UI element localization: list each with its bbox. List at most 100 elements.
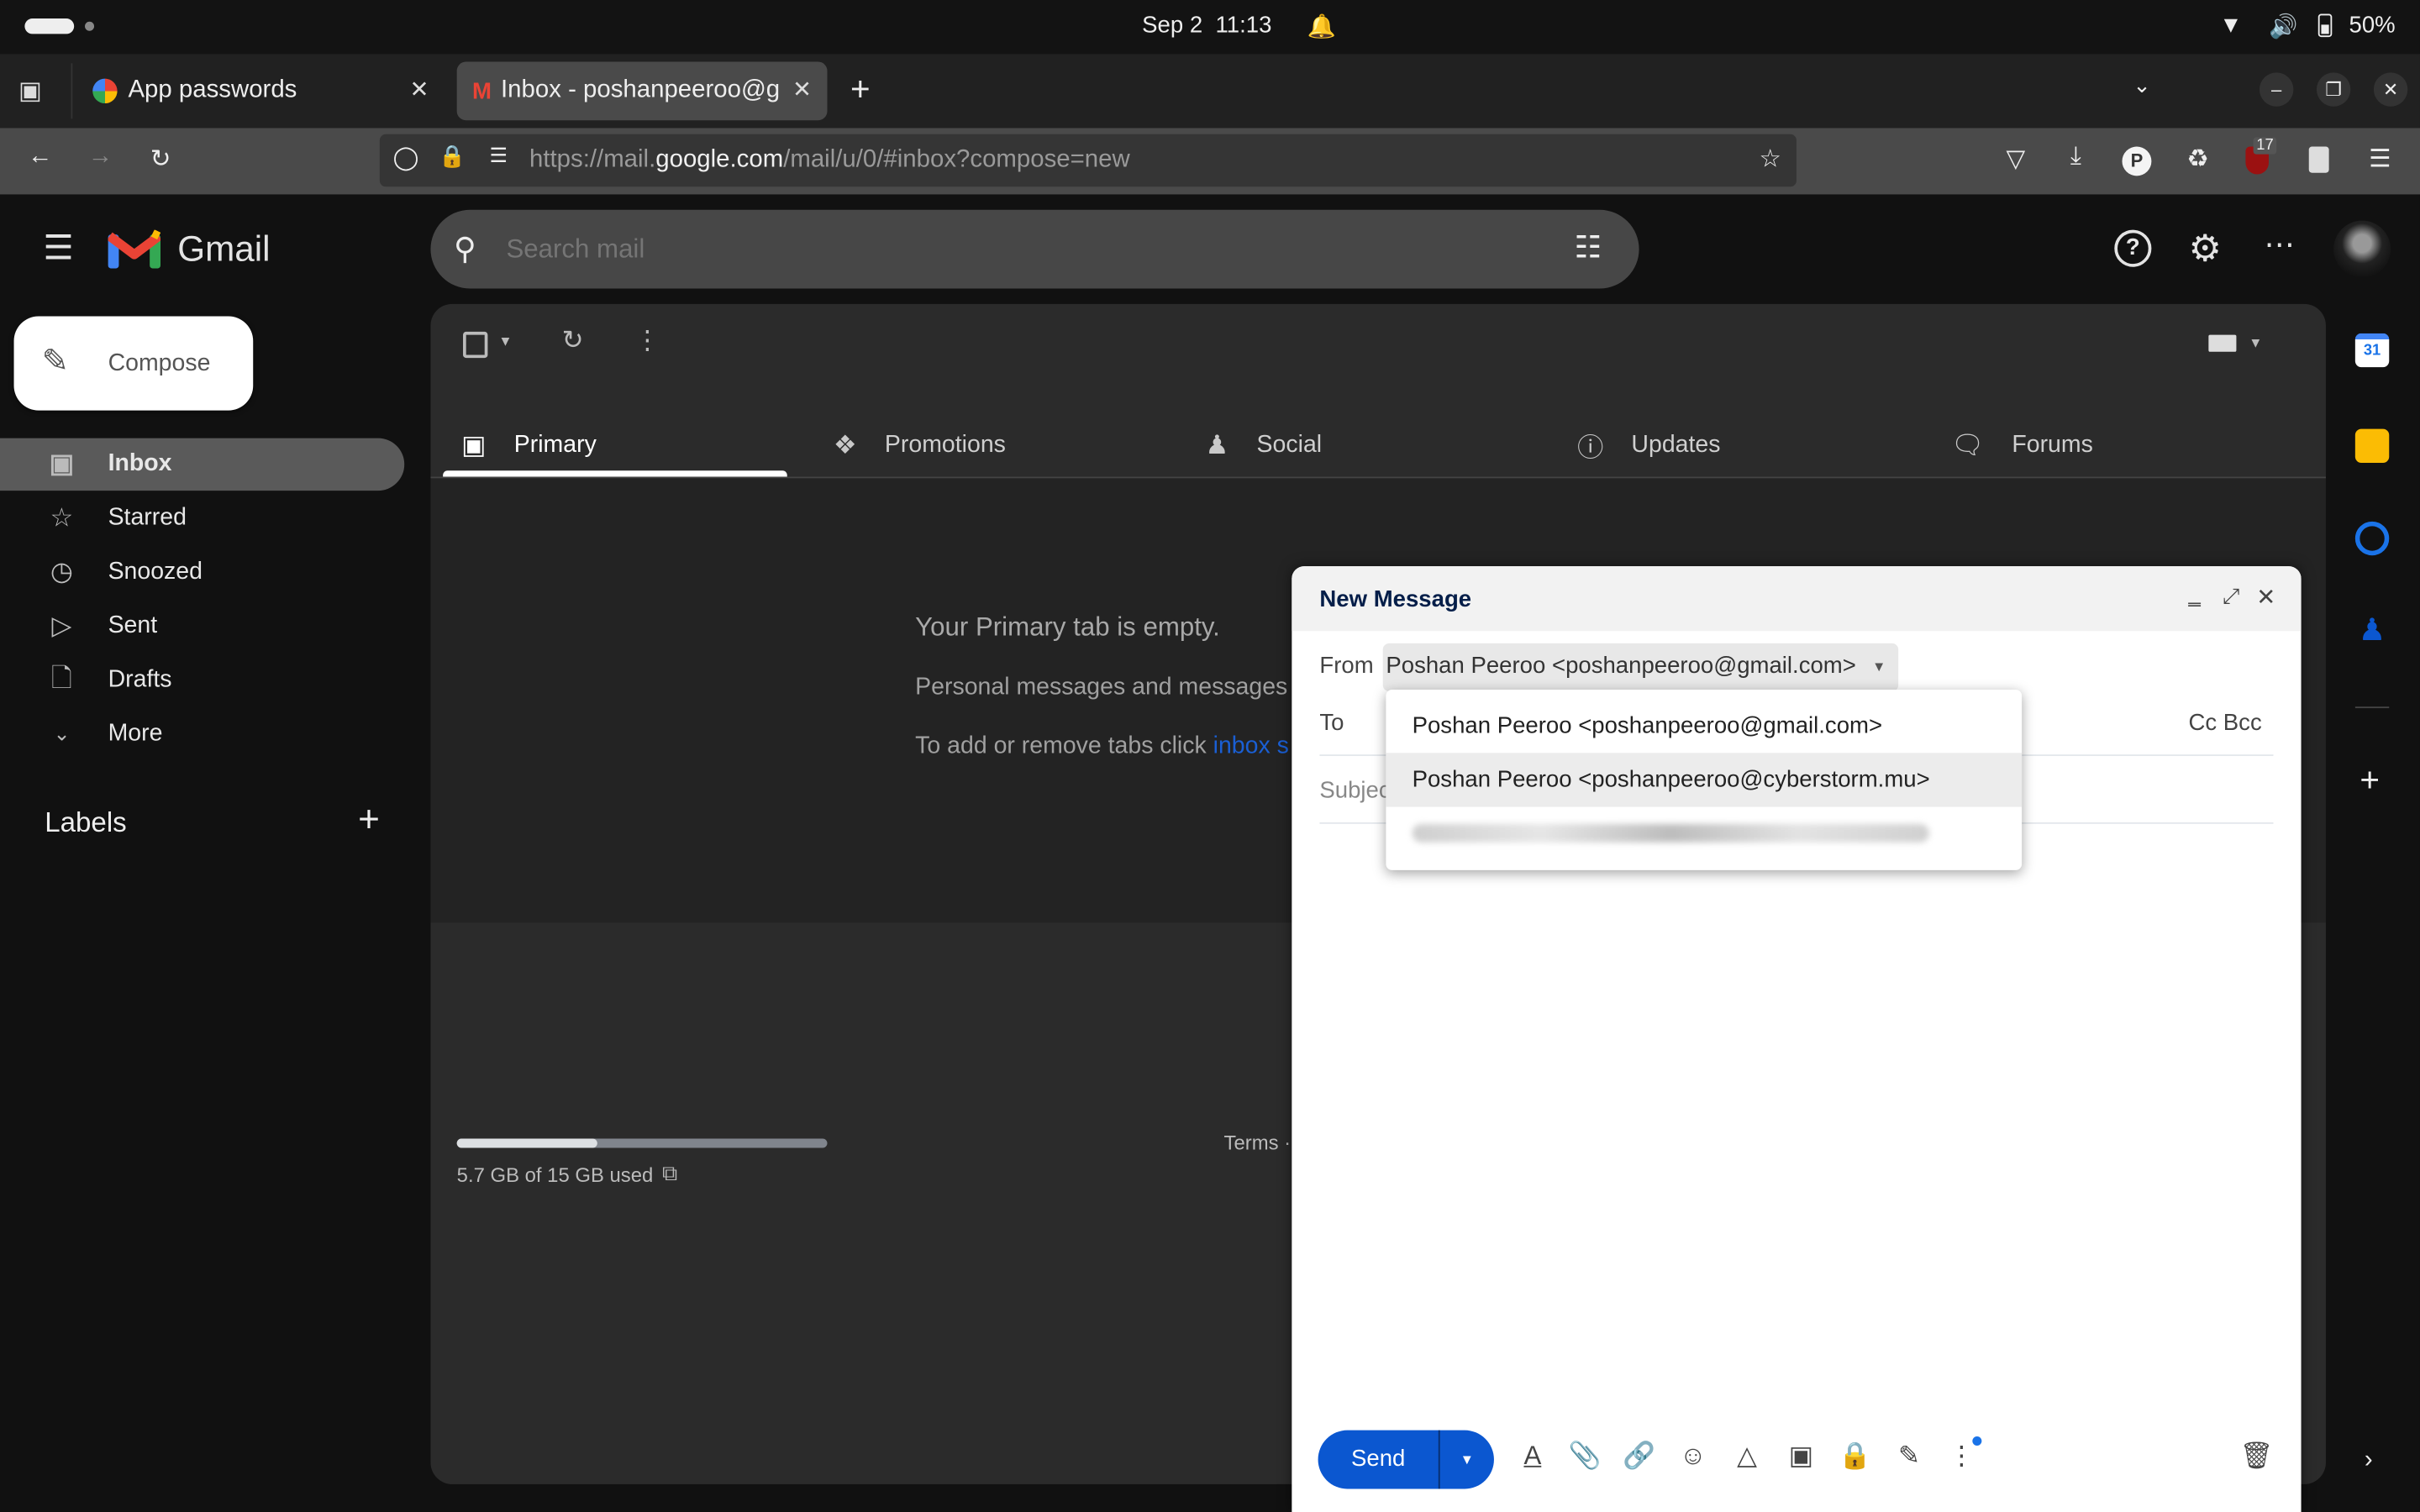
sidebar-item-starred[interactable]: ☆ Starred [0,492,404,544]
battery-icon[interactable] [2317,13,2333,38]
extensions-puzzle-icon[interactable]: ♻ [2181,144,2214,175]
reader-view-icon[interactable] [2308,146,2329,173]
keep-icon[interactable] [2354,428,2390,464]
volume-icon[interactable]: 🔊 [2269,13,2297,40]
reload-icon[interactable]: ↻ [144,144,177,175]
workspace-dot-icon [85,21,95,31]
nav-label: More [108,720,163,747]
shield-icon[interactable]: ◯ [389,144,423,171]
close-tab-icon[interactable]: ✕ [410,76,429,103]
signature-pen-icon[interactable]: ✎ [1891,1441,1928,1473]
download-icon[interactable]: ⤓ [2059,144,2092,171]
close-tab-icon[interactable]: ✕ [792,76,812,103]
send-button-group: Send ▼ [1318,1430,1494,1489]
gmail-logo-icon[interactable] [107,229,162,269]
search-icon[interactable]: ⚲ [454,230,476,269]
tasks-icon[interactable] [2354,521,2390,556]
attach-file-icon[interactable]: 📎 [1566,1441,1603,1473]
activities-pill-icon[interactable] [24,18,75,34]
show-side-panel-icon[interactable]: › [2365,1447,2373,1475]
tab-overview-icon[interactable]: ▣ [18,76,42,107]
url-text[interactable]: https://mail.google.com/mail/u/0/#inbox?… [529,146,1130,174]
add-label-button[interactable]: + [358,799,380,842]
open-in-new-icon[interactable]: ⧉ [662,1160,677,1186]
more-compose-options-icon[interactable]: ⋮ [1943,1441,1980,1473]
browser-menu-icon[interactable]: ☰ [2363,144,2396,175]
fullscreen-compose-icon[interactable]: ⤢ [2223,583,2240,609]
pocket-icon[interactable]: ▽ [1999,144,2033,175]
select-dropdown-icon[interactable]: ▼ [498,333,512,349]
lock-icon[interactable]: 🔒 [435,144,469,170]
calendar-icon[interactable]: 31 [2354,333,2390,368]
tab-label: Primary [513,431,597,458]
cc-bcc-button[interactable]: Cc Bcc [2188,710,2261,736]
tab-title: Inbox - poshanpeeroo@g [501,76,779,104]
bookmark-star-icon[interactable]: ☆ [1754,144,1787,175]
battery-percent: 50% [2349,12,2396,39]
search-bar[interactable]: ⚲ ☷ [430,209,1639,289]
tab-forums[interactable]: 🗨 Forums [1951,412,2093,478]
close-compose-icon[interactable]: ✕ [2256,583,2275,611]
insert-photo-icon[interactable]: ▣ [1782,1441,1819,1473]
os-clock[interactable]: Sep 2 11:13 [1142,13,1271,39]
sidebar-item-inbox[interactable]: ▣ Inbox [0,438,405,491]
account-avatar[interactable] [2333,220,2391,278]
sidebar-item-drafts[interactable]: 🗋 Drafts [0,654,404,706]
address-bar[interactable]: ◯ 🔒 ☰ https://mail.google.com/mail/u/0/#… [379,134,1797,187]
tab-label: Updates [1631,431,1721,458]
wifi-icon[interactable]: ▼ [2219,13,2242,39]
main-menu-icon[interactable]: ☰ [43,228,73,269]
settings-gear-icon[interactable]: ⚙ [2188,227,2222,271]
tab-app-passwords[interactable]: App passwords ✕ [81,61,448,120]
close-window-button[interactable]: ✕ [2373,72,2408,107]
from-option-redacted[interactable] [1412,823,1929,843]
restore-window-button[interactable]: ❐ [2316,72,2351,107]
help-icon[interactable]: ? [2114,229,2152,267]
formatting-options-icon[interactable]: A [1514,1441,1551,1473]
sidebar-item-more[interactable]: ⌄ More [0,708,404,760]
apps-grid-icon[interactable]: ⋯ [2264,225,2295,264]
tab-list-chevron-icon[interactable]: ⌄ [2133,72,2151,98]
profile-extension-icon[interactable]: P [2122,146,2152,176]
new-tab-button[interactable]: + [850,70,871,110]
insert-link-icon[interactable]: 🔗 [1621,1441,1658,1473]
terms-link[interactable]: Terms · [1224,1131,1292,1154]
empty-title: Your Primary tab is empty. [915,612,1220,643]
message-body[interactable] [1292,828,2301,1415]
compose-header[interactable]: New Message ‗ ⤢ ✕ [1292,566,2302,632]
minimize-window-button[interactable]: – [2259,72,2294,107]
compose-button[interactable]: ✎ Compose [13,316,254,411]
inbox-settings-link[interactable]: inbox s [1213,732,1289,759]
input-tools-dropdown-icon[interactable]: ▼ [2249,335,2262,350]
refresh-icon[interactable]: ↻ [562,326,584,357]
confidential-mode-icon[interactable]: 🔒 [1837,1441,1874,1473]
tab-promotions[interactable]: ❖ Promotions [834,412,1006,478]
get-addons-button[interactable]: + [2360,761,2380,801]
sidebar-item-snoozed[interactable]: ◷ Snoozed [0,546,404,598]
send-options-dropdown[interactable]: ▼ [1440,1431,1494,1489]
search-input[interactable] [502,228,1560,272]
drive-icon[interactable]: △ [1728,1441,1765,1473]
more-options-icon[interactable]: ⋮ [634,326,660,357]
keyboard-icon[interactable] [2208,334,2237,352]
from-option[interactable]: Poshan Peeroo <poshanpeeroo@cyberstorm.m… [1386,753,2023,807]
minimize-compose-icon[interactable]: ‗ [2188,581,2200,606]
sidebar-item-sent[interactable]: ▷ Sent [0,600,404,652]
tab-updates[interactable]: ⓘ Updates [1577,412,1720,478]
forward-icon[interactable]: → [83,144,117,171]
from-option[interactable]: Poshan Peeroo <poshanpeeroo@gmail.com> [1386,699,2022,753]
select-all-checkbox[interactable] [463,331,488,359]
discard-draft-icon[interactable]: 🗑 [2238,1441,2275,1473]
bell-icon[interactable]: 🔔 [1307,13,1336,40]
tab-primary[interactable]: ▣ Primary [461,412,597,478]
tab-social[interactable]: ♟ Social [1205,412,1322,478]
inbox-icon: ▣ [49,449,75,479]
permissions-icon[interactable]: ☰ [481,144,515,168]
emoji-icon[interactable]: ☺ [1675,1441,1712,1473]
send-button[interactable]: Send [1318,1431,1439,1489]
from-select[interactable]: Poshan Peeroo <poshanpeeroo@gmail.com> ▼ [1382,643,1899,691]
search-options-icon[interactable]: ☷ [1574,228,1602,267]
contacts-icon[interactable]: ♟ [2355,614,2389,648]
back-icon[interactable]: ← [24,144,57,171]
tab-inbox[interactable]: M Inbox - poshanpeeroo@g ✕ [456,61,828,121]
